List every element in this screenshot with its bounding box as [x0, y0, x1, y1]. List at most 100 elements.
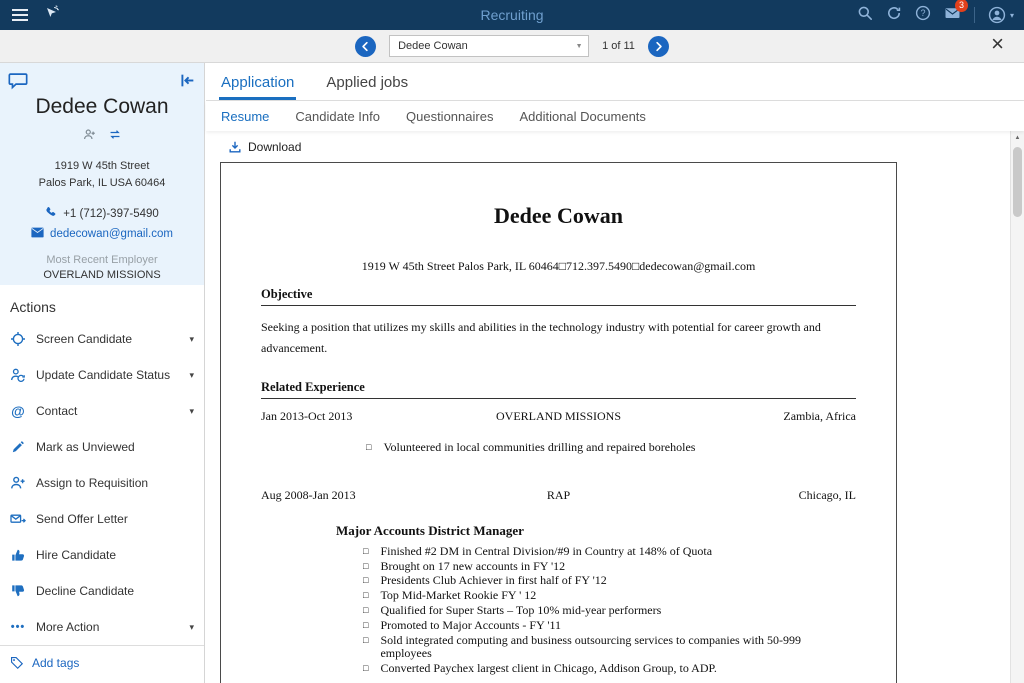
candidate-select-dropdown[interactable]: Dedee Cowan ▼ — [389, 35, 589, 57]
resume-bullet: □Promoted to Major Accounts - FY '11 — [363, 619, 843, 633]
action-label: More Action — [36, 620, 99, 634]
subtab-candidate-info[interactable]: Candidate Info — [295, 109, 380, 124]
topbar-divider — [974, 7, 975, 23]
candidate-email-link[interactable]: dedecowan@gmail.com — [50, 228, 173, 240]
topbar-right-group: ? 3 ▾ — [857, 5, 1024, 26]
candidate-sidebar: Dedee Cowan 1919 W 45th Street Palos Par… — [0, 63, 205, 683]
menu-icon[interactable] — [12, 9, 28, 21]
close-icon[interactable]: × — [991, 33, 1004, 55]
scrollbar-thumb[interactable] — [1013, 147, 1022, 217]
phone-icon — [45, 206, 57, 221]
thumbs-up-icon — [10, 547, 26, 563]
bullet-text: Sold integrated computing and business o… — [380, 634, 843, 662]
more-dots-icon: ••• — [10, 621, 26, 633]
action-label: Assign to Requisition — [36, 476, 148, 490]
action-mark-as-unviewed[interactable]: Mark as Unviewed — [0, 429, 204, 465]
tab-bar: Application Applied jobs — [206, 63, 1024, 101]
resume-document: Dedee Cowan 1919 W 45th Street Palos Par… — [220, 162, 897, 683]
svg-text:?: ? — [920, 8, 925, 18]
add-tags-label: Add tags — [32, 656, 79, 670]
action-send-offer-letter[interactable]: Send Offer Letter — [0, 501, 204, 537]
pointer-tool-icon[interactable] — [44, 5, 60, 26]
collapse-panel-icon[interactable] — [179, 72, 196, 94]
at-icon: @ — [10, 403, 26, 419]
candidate-profile-card: Dedee Cowan 1919 W 45th Street Palos Par… — [0, 63, 204, 285]
mail-badge: 3 — [955, 0, 968, 12]
thumbs-down-icon — [10, 583, 26, 599]
next-record-button[interactable] — [648, 36, 669, 57]
job-dates: Jan 2013-Oct 2013 — [261, 409, 496, 424]
square-bullet-icon: □ — [363, 619, 368, 633]
send-letter-icon — [10, 511, 26, 527]
resume-objective-text: Seeking a position that utilizes my skil… — [261, 317, 856, 359]
resume-objective-heading: Objective — [261, 287, 856, 306]
action-label: Update Candidate Status — [36, 368, 170, 382]
job-header: Aug 2008-Jan 2013 RAP Chicago, IL — [261, 488, 856, 503]
action-label: Screen Candidate — [36, 332, 132, 346]
mail-icon[interactable]: 3 — [944, 5, 961, 26]
main-content: Application Applied jobs Resume Candidat… — [206, 63, 1024, 683]
screen-target-icon — [10, 331, 26, 347]
action-hire-candidate[interactable]: Hire Candidate — [0, 537, 204, 573]
user-menu-icon[interactable]: ▾ — [988, 6, 1014, 24]
record-position-label: 1 of 11 — [602, 40, 635, 52]
action-label: Contact — [36, 404, 77, 418]
resume-viewer: Download Dedee Cowan 1919 W 45th Street … — [206, 131, 1010, 683]
phone-row: +1 (712)-397-5490 — [0, 206, 204, 221]
subtab-questionnaires[interactable]: Questionnaires — [406, 109, 493, 124]
help-icon[interactable]: ? — [915, 5, 931, 26]
action-more-action[interactable]: ••• More Action ▾ — [0, 609, 204, 645]
subtab-resume[interactable]: Resume — [221, 109, 269, 124]
job-location: Zambia, Africa — [621, 409, 856, 424]
subtab-bar: Resume Candidate Info Questionnaires Add… — [206, 101, 1024, 131]
person-add-icon[interactable] — [83, 128, 96, 146]
action-assign-to-requisition[interactable]: Assign to Requisition — [0, 465, 204, 501]
chevron-down-icon: ▾ — [1010, 11, 1014, 20]
tab-applied-jobs[interactable]: Applied jobs — [324, 74, 410, 100]
tab-application[interactable]: Application — [219, 74, 296, 100]
square-bullet-icon: □ — [363, 574, 368, 588]
download-button[interactable]: Download — [206, 131, 316, 160]
action-screen-candidate[interactable]: Screen Candidate ▾ — [0, 321, 204, 357]
chevron-down-icon: ▼ — [570, 43, 588, 50]
job-header: Jan 2013-Oct 2013 OVERLAND MISSIONS Zamb… — [261, 409, 856, 424]
bullet-text: Presidents Club Achiever in first half o… — [380, 574, 606, 588]
resume-bullet: □Qualified for Super Starts – Top 10% mi… — [363, 604, 843, 618]
bullet-text: Brought on 17 new accounts in FY '12 — [380, 560, 565, 574]
resume-bullet: □ Presidents Club Achiever in first half … — [363, 574, 843, 588]
bullet-text: Converted Paychex largest client in Chic… — [380, 662, 716, 676]
marker-pen-icon — [10, 439, 26, 455]
profile-quick-icons — [0, 128, 204, 146]
candidate-phone: +1 (712)-397-5490 — [63, 208, 159, 220]
vertical-scrollbar[interactable]: ▲ — [1010, 131, 1024, 683]
bullet-text: Volunteered in local communities drillin… — [383, 441, 695, 455]
chat-bubble-icon[interactable] — [8, 72, 28, 95]
resume-bullet: □ Volunteered in local communities drill… — [366, 441, 846, 455]
transfer-icon[interactable] — [108, 128, 122, 146]
square-bullet-icon: □ — [363, 634, 368, 662]
job-location: Chicago, IL — [570, 488, 856, 503]
action-update-candidate-status[interactable]: Update Candidate Status ▾ — [0, 357, 204, 393]
record-navigation-bar: Dedee Cowan ▼ 1 of 11 × — [0, 30, 1024, 63]
role-title: Major Accounts District Manager — [336, 523, 856, 539]
chevron-down-icon: ▾ — [189, 334, 194, 345]
address-line-1: 1919 W 45th Street — [0, 158, 204, 175]
download-label: Download — [248, 140, 301, 154]
email-row: dedecowan@gmail.com — [0, 227, 204, 241]
search-icon[interactable] — [857, 5, 873, 26]
job-role: Major Accounts District Manager □Finishe… — [336, 523, 856, 676]
action-label: Send Offer Letter — [36, 512, 128, 526]
scroll-up-icon[interactable]: ▲ — [1011, 131, 1024, 145]
previous-record-button[interactable] — [355, 36, 376, 57]
add-tags-button[interactable]: Add tags — [0, 645, 204, 679]
square-bullet-icon: □ — [366, 441, 371, 455]
refresh-icon[interactable] — [886, 5, 902, 26]
square-bullet-icon: □ — [363, 589, 368, 603]
action-contact[interactable]: @ Contact ▾ — [0, 393, 204, 429]
candidate-address: 1919 W 45th Street Palos Park, IL USA 60… — [0, 158, 204, 191]
action-label: Decline Candidate — [36, 584, 134, 598]
subtab-additional-documents[interactable]: Additional Documents — [519, 109, 645, 124]
action-decline-candidate[interactable]: Decline Candidate — [0, 573, 204, 609]
envelope-icon — [31, 227, 44, 241]
tag-icon — [10, 656, 24, 670]
